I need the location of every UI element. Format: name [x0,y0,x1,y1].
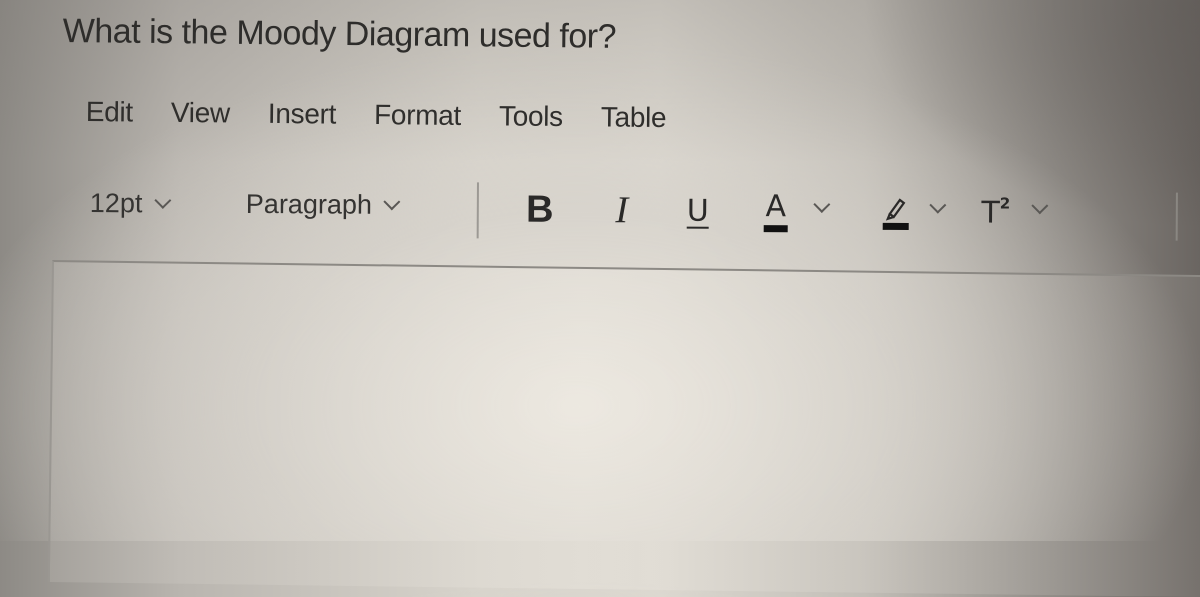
menu-insert[interactable]: Insert [268,98,337,131]
toolbar-divider-end [1175,192,1178,241]
font-size-value: 12pt [89,187,143,219]
menu-edit[interactable]: Edit [86,96,133,128]
italic-button[interactable]: I [602,185,642,235]
text-color-button[interactable]: A [756,186,796,236]
block-format-value: Paragraph [245,188,373,220]
formatting-toolbar: 12pt Paragraph B I U A T2 [90,178,1190,245]
highlighter-svg [882,198,909,231]
highlight-dropdown-chevron-icon[interactable] [929,196,947,214]
menu-format[interactable]: Format [374,99,461,132]
text-color-glyph: A [765,188,787,224]
text-color-swatch [763,224,788,232]
superscript-icon: T2 [981,194,1011,231]
superscript-dropdown-chevron-icon[interactable] [1031,197,1049,215]
toolbar-divider [476,182,479,239]
text-color-dropdown-chevron-icon[interactable] [813,195,831,213]
block-format-select[interactable]: Paragraph [245,188,401,221]
font-size-select[interactable]: 12pt [89,187,171,219]
bold-button[interactable]: B [518,185,562,235]
highlight-color-button[interactable] [876,187,916,237]
superscript-button[interactable]: T2 [974,187,1018,237]
question-title: What is the Moody Diagram used for? [62,12,617,56]
underline-icon: U [686,193,709,229]
menu-tools[interactable]: Tools [499,100,563,133]
underline-button[interactable]: U [678,186,718,236]
chevron-down-icon [153,191,171,209]
editor-menubar: Edit View Insert Format Tools Table [86,96,705,134]
highlighter-icon [882,192,910,232]
italic-icon: I [615,189,629,232]
superscript-exponent: 2 [999,194,1011,213]
menu-view[interactable]: View [171,97,230,130]
chevron-down-icon [383,192,401,210]
text-color-icon: A [763,188,788,234]
menu-table[interactable]: Table [601,101,667,134]
bold-icon: B [525,188,554,231]
rich-text-editor-area[interactable] [47,260,1200,597]
superscript-base: T [981,195,1000,231]
